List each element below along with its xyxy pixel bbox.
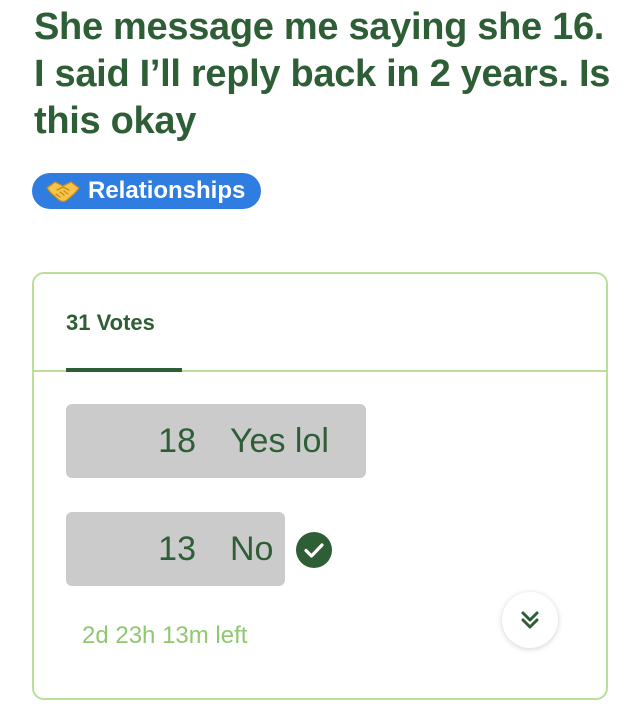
poll-card: 31 Votes 18 Yes lol 13 No 2d 23h 13m lef… (32, 272, 608, 700)
option-label: Yes lol (230, 421, 329, 460)
post-page: She message me saying she 16. I said I’l… (0, 0, 640, 716)
poll-option-yes[interactable]: 18 Yes lol (66, 404, 366, 478)
double-chevron-down-icon (521, 611, 539, 629)
handshake-icon (46, 181, 80, 203)
tag-label: Relationships (88, 177, 246, 204)
checkmark-icon (296, 532, 332, 568)
relationships-tag[interactable]: Relationships (32, 173, 262, 209)
option-vote-count: 18 (158, 421, 196, 460)
poll-time-left: 2d 23h 13m left (82, 622, 248, 649)
tab-active-indicator (66, 368, 182, 372)
poll-option-no[interactable]: 13 No (66, 512, 285, 586)
option-vote-count: 13 (158, 529, 196, 568)
tab-votes[interactable]: 31 Votes (66, 310, 155, 336)
expand-poll-button[interactable] (502, 592, 558, 648)
post-title: She message me saying she 16. I said I’l… (34, 6, 611, 142)
option-label: No (230, 529, 274, 568)
poll-tabs: 31 Votes (34, 274, 606, 372)
